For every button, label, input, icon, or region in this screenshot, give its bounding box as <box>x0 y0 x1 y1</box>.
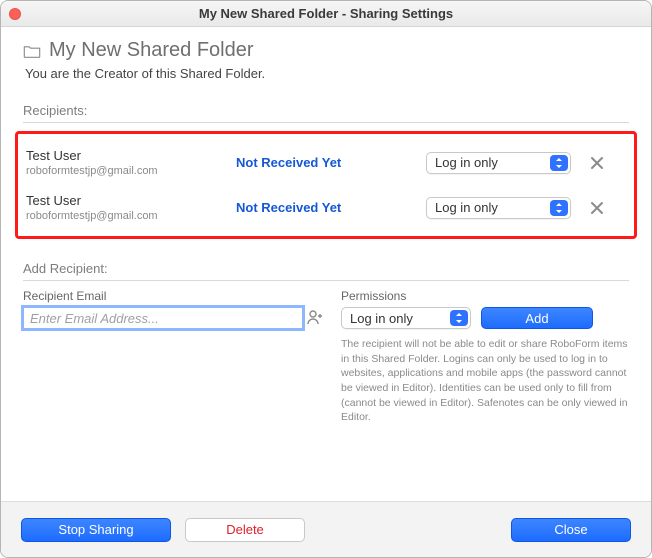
recipient-permission-value: Log in only <box>435 200 498 215</box>
add-recipient-label: Add Recipient: <box>23 261 629 281</box>
add-button[interactable]: Add <box>481 307 593 329</box>
recipients-highlight-box: Test User roboformtestjp@gmail.com Not R… <box>15 131 637 239</box>
permission-select[interactable]: Log in only <box>341 307 471 329</box>
titlebar: My New Shared Folder - Sharing Settings <box>1 1 651 27</box>
remove-recipient-button[interactable] <box>587 155 607 171</box>
recipient-permission-select[interactable]: Log in only <box>426 197 571 219</box>
stop-sharing-button[interactable]: Stop Sharing <box>21 518 171 542</box>
content-area: My New Shared Folder You are the Creator… <box>1 27 651 501</box>
recipient-email: roboformtestjp@gmail.com <box>26 165 236 177</box>
permission-description: The recipient will not be able to edit o… <box>341 337 629 425</box>
permission-select-value: Log in only <box>350 311 413 326</box>
recipient-status: Not Received Yet <box>236 200 426 215</box>
close-window-button[interactable] <box>9 8 21 20</box>
delete-button[interactable]: Delete <box>185 518 305 542</box>
recipient-email-input[interactable] <box>23 307 303 329</box>
recipient-row: Test User roboformtestjp@gmail.com Not R… <box>26 140 626 185</box>
folder-name: My New Shared Folder <box>49 39 254 62</box>
folder-icon <box>23 44 41 58</box>
recipient-row: Test User roboformtestjp@gmail.com Not R… <box>26 185 626 230</box>
recipient-name: Test User <box>26 193 236 208</box>
permissions-label: Permissions <box>341 289 629 303</box>
add-recipient-form: Recipient Email Permissions Log in only <box>23 289 629 425</box>
chevron-updown-icon <box>450 310 468 326</box>
recipient-email-label: Recipient Email <box>23 289 323 303</box>
chevron-updown-icon <box>550 200 568 216</box>
recipient-email: roboformtestjp@gmail.com <box>26 210 236 222</box>
recipients-label: Recipients: <box>23 103 629 123</box>
chevron-updown-icon <box>550 155 568 171</box>
add-person-icon[interactable] <box>307 309 323 328</box>
creator-subtitle: You are the Creator of this Shared Folde… <box>25 66 629 81</box>
folder-header: My New Shared Folder <box>23 39 629 62</box>
recipient-status: Not Received Yet <box>236 155 426 170</box>
remove-recipient-button[interactable] <box>587 200 607 216</box>
recipient-permission-select[interactable]: Log in only <box>426 152 571 174</box>
recipient-permission-value: Log in only <box>435 155 498 170</box>
recipient-name: Test User <box>26 148 236 163</box>
window-title: My New Shared Folder - Sharing Settings <box>21 6 631 21</box>
dialog-window: My New Shared Folder - Sharing Settings … <box>0 0 652 558</box>
dialog-footer: Stop Sharing Delete Close <box>1 501 651 557</box>
close-button[interactable]: Close <box>511 518 631 542</box>
